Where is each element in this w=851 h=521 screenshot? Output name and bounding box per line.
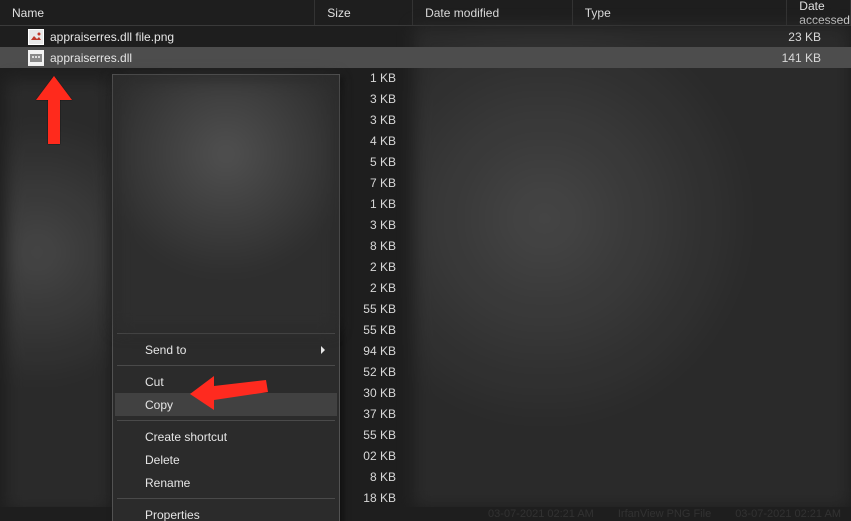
- status-text: 03-07-2021 02:21 AM: [488, 508, 594, 520]
- menu-item-label: Cut: [145, 375, 164, 389]
- chevron-right-icon: [319, 343, 327, 357]
- image-icon: [28, 29, 44, 45]
- column-header-date-modified[interactable]: Date modified: [413, 0, 573, 25]
- context-menu: Send to Cut Copy Create shortcut Delete …: [112, 74, 340, 521]
- menu-item-delete[interactable]: Delete: [115, 448, 337, 471]
- menu-item-label: Send to: [145, 343, 186, 357]
- file-size: 23 KB: [741, 30, 839, 44]
- menu-separator: [117, 365, 335, 366]
- dll-icon: [28, 50, 44, 66]
- menu-item-label: Properties: [145, 508, 200, 521]
- menu-item-create-shortcut[interactable]: Create shortcut: [115, 425, 337, 448]
- menu-separator: [117, 420, 335, 421]
- menu-item-label: Rename: [145, 476, 190, 490]
- column-header-date-accessed[interactable]: Date accessed: [787, 0, 851, 25]
- menu-item-label: Delete: [145, 453, 180, 467]
- menu-item-cut[interactable]: Cut: [115, 370, 337, 393]
- menu-item-send-to[interactable]: Send to: [115, 338, 337, 361]
- status-text: 03-07-2021 02:21 AM: [735, 508, 841, 520]
- menu-item-label: Create shortcut: [145, 430, 227, 444]
- menu-separator: [117, 333, 335, 334]
- menu-item-properties[interactable]: Properties: [115, 503, 337, 521]
- file-explorer: Name Size Date modified Type Date access…: [0, 0, 851, 521]
- file-name: appraiserres.dll file.png: [50, 30, 174, 44]
- context-menu-blurred-top: [117, 79, 335, 329]
- file-name: appraiserres.dll: [50, 51, 132, 65]
- menu-item-label: Copy: [145, 398, 173, 412]
- file-size: 141 KB: [741, 51, 839, 65]
- column-header-type[interactable]: Type: [573, 0, 788, 25]
- status-text: IrfanView PNG File: [618, 508, 711, 520]
- menu-item-copy[interactable]: Copy: [115, 393, 337, 416]
- column-header-size[interactable]: Size: [315, 0, 413, 25]
- column-header-name[interactable]: Name: [0, 0, 315, 25]
- table-row[interactable]: appraiserres.dll 141 KB: [0, 47, 851, 68]
- menu-item-rename[interactable]: Rename: [115, 471, 337, 494]
- column-headers: Name Size Date modified Type Date access…: [0, 0, 851, 26]
- menu-separator: [117, 498, 335, 499]
- table-row[interactable]: appraiserres.dll file.png 23 KB: [0, 26, 851, 47]
